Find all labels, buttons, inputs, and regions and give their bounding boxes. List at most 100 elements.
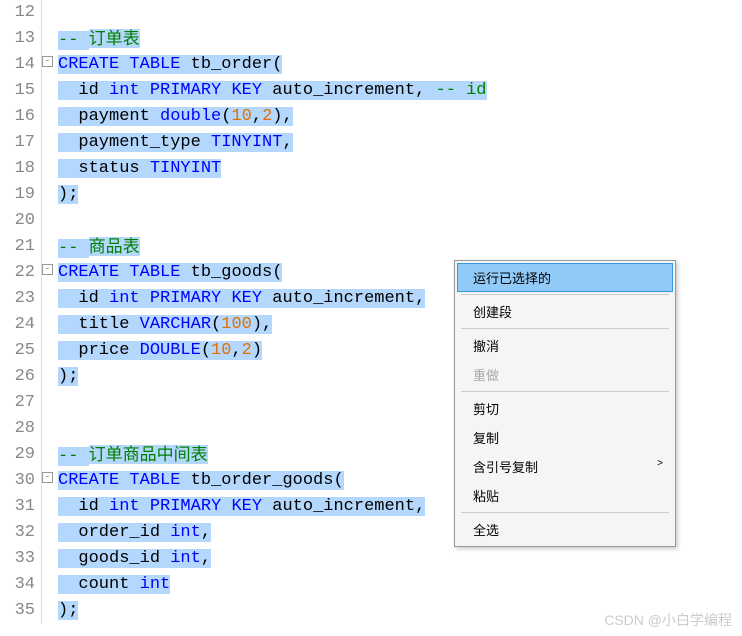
- code-token: int: [170, 523, 201, 542]
- code-token: ,: [231, 341, 241, 360]
- code-token: [221, 497, 231, 516]
- code-token: payment: [58, 107, 160, 126]
- line-number: 19: [0, 182, 35, 208]
- code-token: TINYINT: [211, 133, 282, 152]
- menu-item[interactable]: 粘贴: [457, 481, 673, 510]
- code-token: TABLE: [129, 55, 180, 74]
- code-line[interactable]: );: [58, 182, 742, 208]
- code-token: [119, 471, 129, 490]
- menu-item[interactable]: 复制: [457, 423, 673, 452]
- menu-item[interactable]: 创建段: [457, 297, 673, 326]
- code-line[interactable]: count int: [58, 572, 742, 598]
- context-menu[interactable]: 运行已选择的创建段撤消重做剪切复制含引号复制>粘贴全选: [454, 260, 676, 547]
- code-token: 10: [231, 107, 251, 126]
- code-token: PRIMARY: [150, 81, 221, 100]
- code-token: double: [160, 107, 221, 126]
- line-number: 23: [0, 286, 35, 312]
- code-token: id: [58, 497, 109, 516]
- code-token: int: [140, 575, 171, 594]
- line-number: 26: [0, 364, 35, 390]
- code-token: goods_id: [58, 549, 170, 568]
- line-number: 31: [0, 494, 35, 520]
- line-number: 30-: [0, 468, 35, 494]
- code-token: 商品表: [89, 237, 140, 256]
- code-token: PRIMARY: [150, 289, 221, 308]
- code-token: --: [58, 447, 89, 466]
- code-token: int: [109, 497, 140, 516]
- code-token: 100: [221, 315, 252, 334]
- code-token: 订单表: [89, 29, 140, 48]
- code-line[interactable]: -- 商品表: [58, 234, 742, 260]
- line-number-gutter: 121314-1516171819202122-2324252627282930…: [0, 0, 42, 624]
- code-token: );: [58, 601, 78, 620]
- code-token: KEY: [231, 497, 262, 516]
- code-token: title: [58, 315, 140, 334]
- menu-item[interactable]: 运行已选择的: [457, 263, 673, 292]
- line-number: 20: [0, 208, 35, 234]
- code-token: (: [201, 341, 211, 360]
- code-token: PRIMARY: [150, 497, 221, 516]
- code-token: auto_increment,: [262, 497, 425, 516]
- menu-separator: [461, 328, 669, 329]
- code-line[interactable]: payment_type TINYINT,: [58, 130, 742, 156]
- line-number: 27: [0, 390, 35, 416]
- code-token: id: [58, 289, 109, 308]
- code-token: TABLE: [129, 263, 180, 282]
- code-token: [221, 81, 231, 100]
- line-number: 13: [0, 26, 35, 52]
- line-number: 22-: [0, 260, 35, 286]
- line-number: 17: [0, 130, 35, 156]
- code-token: [119, 55, 129, 74]
- code-token: ),: [252, 315, 272, 334]
- line-number: 24: [0, 312, 35, 338]
- fold-toggle-icon[interactable]: -: [42, 56, 53, 67]
- code-line[interactable]: -- 订单表: [58, 26, 742, 52]
- code-line[interactable]: goods_id int,: [58, 546, 742, 572]
- menu-item[interactable]: 撤消: [457, 331, 673, 360]
- code-line[interactable]: CREATE TABLE tb_order(: [58, 52, 742, 78]
- line-number: 14-: [0, 52, 35, 78]
- line-number: 16: [0, 104, 35, 130]
- fold-toggle-icon[interactable]: -: [42, 472, 53, 483]
- code-token: ),: [272, 107, 292, 126]
- code-token: [140, 497, 150, 516]
- code-token: price: [58, 341, 140, 360]
- code-line[interactable]: payment double(10,2),: [58, 104, 742, 130]
- menu-item[interactable]: 全选: [457, 515, 673, 544]
- code-token: CREATE: [58, 263, 119, 282]
- code-line[interactable]: status TINYINT: [58, 156, 742, 182]
- line-number: 29: [0, 442, 35, 468]
- line-number: 34: [0, 572, 35, 598]
- code-line[interactable]: [58, 0, 742, 26]
- line-number: 18: [0, 156, 35, 182]
- code-token: status: [58, 159, 150, 178]
- code-line[interactable]: id int PRIMARY KEY auto_increment, -- id: [58, 78, 742, 104]
- code-token: 2: [262, 107, 272, 126]
- menu-item[interactable]: 含引号复制>: [457, 452, 673, 481]
- code-token: TINYINT: [150, 159, 221, 178]
- code-token: VARCHAR: [140, 315, 211, 334]
- chevron-right-icon: >: [657, 458, 663, 469]
- code-token: order_id: [58, 523, 170, 542]
- code-token: ,: [282, 133, 292, 152]
- code-token: KEY: [231, 289, 262, 308]
- code-token: [140, 289, 150, 308]
- line-number: 32: [0, 520, 35, 546]
- code-token: int: [109, 289, 140, 308]
- menu-item[interactable]: 剪切: [457, 394, 673, 423]
- code-token: auto_increment,: [262, 81, 435, 100]
- code-token: --: [58, 31, 89, 50]
- line-number: 28: [0, 416, 35, 442]
- code-line[interactable]: [58, 208, 742, 234]
- fold-toggle-icon[interactable]: -: [42, 264, 53, 275]
- code-token: ,: [201, 523, 211, 542]
- code-token: tb_order_goods(: [180, 471, 343, 490]
- code-token: 10: [211, 341, 231, 360]
- code-token: int: [109, 81, 140, 100]
- line-number: 33: [0, 546, 35, 572]
- line-number: 21: [0, 234, 35, 260]
- line-number: 25: [0, 338, 35, 364]
- code-token: id: [58, 81, 109, 100]
- code-token: CREATE: [58, 55, 119, 74]
- code-token: TABLE: [129, 471, 180, 490]
